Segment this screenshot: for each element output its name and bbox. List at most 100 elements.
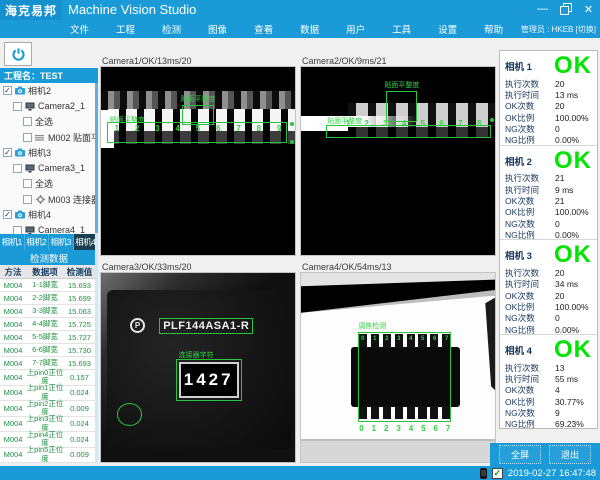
pin-number: 1 xyxy=(346,119,350,128)
pin-number: 6 xyxy=(216,124,220,133)
camera2-roi-label: 贴面平整度 xyxy=(384,82,419,89)
stat-value: 0.00% xyxy=(555,230,579,240)
exit-button[interactable]: 退出 xyxy=(549,445,591,464)
tree-checkbox[interactable]: ✓ xyxy=(3,148,12,157)
tree-item-8[interactable]: ✓相机4 xyxy=(0,207,95,223)
title-bar: 海克易邦 Machine Vision Studio — ✕ xyxy=(0,0,600,20)
stat-label: OK比例 xyxy=(505,112,555,124)
tree-item-1[interactable]: Camera2_1 xyxy=(0,99,95,115)
camera4-panel: Camera4/OK/54ms/13 调焦检测 01234567 0123456… xyxy=(300,258,496,463)
cell-method: M004 xyxy=(0,450,26,459)
tree-item-3[interactable]: M002 贴面平整度 xyxy=(0,130,95,146)
menu-item-2[interactable]: 检测 xyxy=(162,22,181,36)
tree-checkbox[interactable] xyxy=(23,117,32,126)
minimize-icon[interactable]: — xyxy=(534,2,551,16)
tab-camera-1[interactable]: 相机1 xyxy=(0,234,25,250)
menu-item-7[interactable]: 工具 xyxy=(392,22,411,36)
close-icon[interactable]: ✕ xyxy=(580,2,597,16)
camera3-image[interactable]: P PLF144ASA1-R 连接器字符 1427 xyxy=(100,272,296,463)
tree-item-4[interactable]: ✓相机3 xyxy=(0,145,95,161)
tree-checkbox[interactable]: ✓ xyxy=(3,86,12,95)
camera4-top-pin-numbers: 01234567 xyxy=(361,336,448,342)
tree-item-label: Camera2_1 xyxy=(38,101,85,111)
camera3-header: Camera3/OK/33ms/20 xyxy=(100,258,296,272)
stat-value: 100.00% xyxy=(555,207,589,217)
cell-value: 15.693 xyxy=(64,281,95,290)
tab-camera-2[interactable]: 相机2 xyxy=(25,234,50,250)
camera1-roi-label2: 贴面平整度 xyxy=(110,117,145,124)
power-button[interactable] xyxy=(4,42,32,66)
tree-checkbox[interactable] xyxy=(23,179,32,188)
tree-item-0[interactable]: ✓相机2 xyxy=(0,83,95,99)
tree-item-6[interactable]: 全选 xyxy=(0,176,95,192)
stat-value: 20 xyxy=(555,291,564,301)
menu-item-6[interactable]: 用户 xyxy=(346,22,365,36)
pin-number: 2 xyxy=(384,424,388,433)
device-icon xyxy=(480,468,487,479)
stat-row: OK比例100.00% xyxy=(505,112,592,123)
tree-item-2[interactable]: 全选 xyxy=(0,114,95,130)
stat-row: 执行次数21 xyxy=(505,173,592,184)
camera4-image[interactable]: 调焦检测 01234567 01234567 xyxy=(300,272,496,463)
table-row: M0045-5脚宽15.727 xyxy=(0,331,95,344)
menu-item-5[interactable]: 数据 xyxy=(300,22,319,36)
tree-checkbox[interactable] xyxy=(13,102,22,111)
camera1-image[interactable]: 贴面平整度 贴面平整度 123456789 xyxy=(100,66,296,256)
tree-item-9[interactable]: Camera4_1 xyxy=(0,223,95,235)
brand-logo: 海克易邦 xyxy=(0,0,62,20)
cell-item: 6-6脚宽 xyxy=(26,346,64,355)
stat-label: 执行时间 xyxy=(505,278,555,290)
stat-label: 执行时间 xyxy=(505,89,555,101)
stat-label: OK次数 xyxy=(505,100,555,112)
menu-item-4[interactable]: 查看 xyxy=(254,22,273,36)
tree-checkbox[interactable] xyxy=(13,226,22,234)
pin-number: 4 xyxy=(175,124,179,133)
menu-item-9[interactable]: 帮助 xyxy=(484,22,503,36)
stat-value: 13 xyxy=(555,363,564,373)
tree-item-5[interactable]: Camera3_1 xyxy=(0,161,95,177)
stat-label: 执行次数 xyxy=(505,172,555,184)
tab-camera-3[interactable]: 相机3 xyxy=(49,234,74,250)
stat-value: 20 xyxy=(555,101,564,111)
camera2-image[interactable]: 贴面平整度 贴面平整度 12345678 xyxy=(300,66,496,256)
cell-method: M004 xyxy=(0,419,26,428)
tree-checkbox[interactable]: ✓ xyxy=(3,210,12,219)
menu-item-8[interactable]: 设置 xyxy=(438,22,457,36)
stat-row: 执行次数13 xyxy=(505,362,592,373)
pin-number: 6 xyxy=(433,424,437,433)
restore-icon[interactable] xyxy=(557,2,574,16)
tree-checkbox[interactable] xyxy=(23,133,32,142)
tree-checkbox[interactable] xyxy=(23,195,32,204)
stat-value: 0 xyxy=(555,313,560,323)
pin-number: 4 xyxy=(402,119,406,128)
pin-number: 5 xyxy=(421,424,425,433)
cell-method: M004 xyxy=(0,388,26,397)
pin-number: 5 xyxy=(421,336,424,342)
cell-item: 上pin5正位度 xyxy=(26,446,64,463)
cell-item: 5-5脚宽 xyxy=(26,333,64,342)
cell-value: 15.727 xyxy=(64,333,95,342)
stat-label: NG次数 xyxy=(505,218,555,230)
menu-item-0[interactable]: 文件 xyxy=(70,22,89,36)
pin-number: 2 xyxy=(385,336,388,342)
stat-value: 0.00% xyxy=(555,325,579,335)
stat-label: OK比例 xyxy=(505,301,555,313)
stat-value: 0 xyxy=(555,219,560,229)
stat-row: NG次数0 xyxy=(505,313,592,324)
cell-value: 0.009 xyxy=(64,450,95,459)
stat-row: NG比例0.00% xyxy=(505,324,592,335)
fullscreen-button[interactable]: 全屏 xyxy=(499,445,541,464)
cell-value: 15.725 xyxy=(64,320,95,329)
menu-item-3[interactable]: 图像 xyxy=(208,22,227,36)
tree-item-7[interactable]: M003 连接器字符 xyxy=(0,192,95,208)
switch-user-link[interactable]: [切换] xyxy=(576,25,596,34)
sidebar-scrollbar-thumb[interactable] xyxy=(95,83,98,233)
cell-method: M004 xyxy=(0,404,26,413)
menu-item-1[interactable]: 工程 xyxy=(116,22,135,36)
table-header: 方法 数据项 检测值 xyxy=(0,265,95,279)
stat-value: 69.23% xyxy=(555,419,584,429)
stat-value: 4 xyxy=(555,385,560,395)
tree-checkbox[interactable] xyxy=(13,164,22,173)
tree-item-label: Camera3_1 xyxy=(38,163,85,173)
app-window: 海克易邦 Machine Vision Studio — ✕ 文件 工程 检测 图像 查… xyxy=(0,0,600,480)
